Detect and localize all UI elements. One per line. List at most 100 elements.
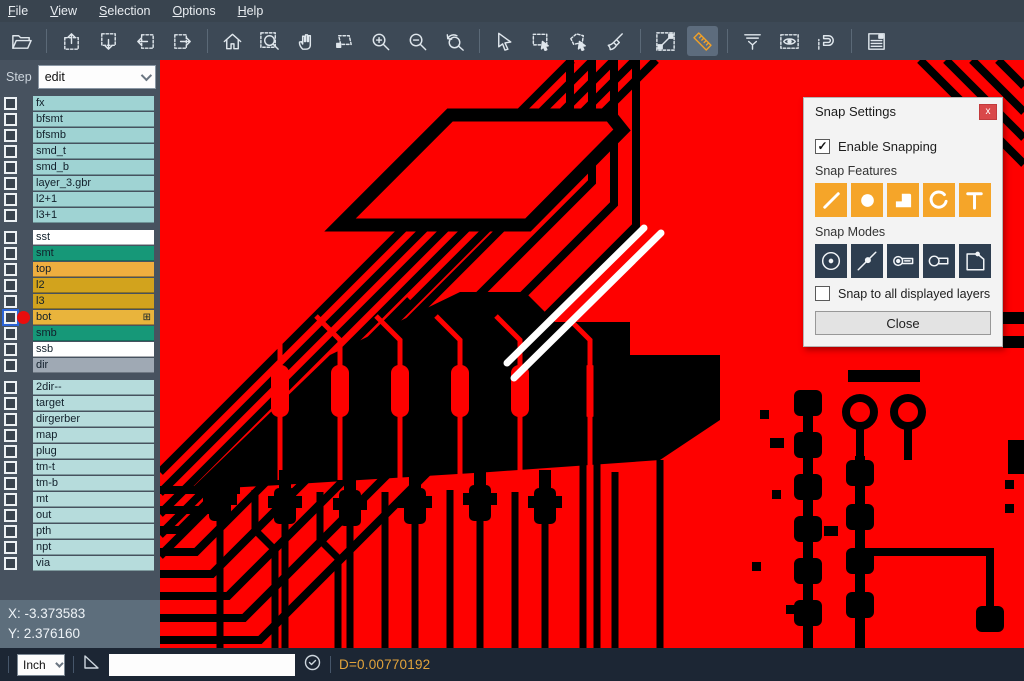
layer-visibility-checkbox[interactable] <box>4 327 17 340</box>
contour-snap-icon[interactable] <box>959 244 991 278</box>
layer-item[interactable]: tm-b <box>33 476 154 491</box>
layer-item[interactable]: pth <box>33 524 154 539</box>
layer-visibility-checkbox[interactable] <box>4 493 17 506</box>
layer-visibility-checkbox[interactable] <box>4 557 17 570</box>
enable-snapping-checkbox[interactable]: ✓ <box>815 139 830 154</box>
layer-visibility-checkbox[interactable] <box>4 161 17 174</box>
pad-outline-icon[interactable] <box>923 244 955 278</box>
layer-visibility-checkbox[interactable] <box>4 209 17 222</box>
layer-item[interactable]: dir <box>33 358 154 373</box>
select-rectangle-icon[interactable] <box>526 26 557 56</box>
layer-item[interactable]: npt <box>33 540 154 555</box>
layer-item[interactable]: smd_t <box>33 144 154 159</box>
layer-item[interactable]: layer_3.gbr <box>33 176 154 191</box>
layer-visibility-checkbox[interactable] <box>4 231 17 244</box>
layer-item[interactable]: l3+1 <box>33 208 154 223</box>
unit-select[interactable]: Inch <box>17 654 65 676</box>
open-file-icon[interactable] <box>6 26 37 56</box>
line-icon[interactable] <box>815 183 847 217</box>
select-polygon-icon[interactable] <box>563 26 594 56</box>
layer-visibility-checkbox[interactable] <box>4 477 17 490</box>
pan-right-icon[interactable] <box>167 26 198 56</box>
measure-line-icon[interactable] <box>650 26 681 56</box>
filter-icon[interactable] <box>737 26 768 56</box>
arc-icon[interactable] <box>923 183 955 217</box>
menu-file[interactable]: File <box>8 4 28 18</box>
layer-visibility-checkbox[interactable] <box>4 295 17 308</box>
layer-item[interactable]: fx <box>33 96 154 111</box>
layer-item[interactable]: dirgerber <box>33 412 154 427</box>
snap-magnet-icon[interactable] <box>811 26 842 56</box>
layer-visibility-checkbox[interactable] <box>4 247 17 260</box>
pan-left-icon[interactable] <box>130 26 161 56</box>
layer-item[interactable]: bfsmb <box>33 128 154 143</box>
layer-visibility-checkbox[interactable] <box>4 97 17 110</box>
layer-item[interactable]: out <box>33 508 154 523</box>
layer-visibility-checkbox[interactable] <box>4 343 17 356</box>
layer-item[interactable]: bot⊞ <box>33 310 154 325</box>
zoom-polygon-icon[interactable] <box>328 26 359 56</box>
apply-check-icon[interactable] <box>303 653 322 677</box>
point-on-line-icon[interactable] <box>851 244 883 278</box>
dialog-titlebar[interactable]: Snap Settings x <box>804 98 1002 125</box>
layer-item[interactable]: smd_b <box>33 160 154 175</box>
layer-item[interactable]: mt <box>33 492 154 507</box>
menu-view[interactable]: View <box>50 4 77 18</box>
step-select[interactable]: edit <box>38 65 156 89</box>
layer-item[interactable]: smt <box>33 246 154 261</box>
layer-item[interactable]: sst <box>33 230 154 245</box>
layer-visibility-checkbox[interactable] <box>4 279 17 292</box>
layer-item[interactable]: l3 <box>33 294 154 309</box>
clean-brush-icon[interactable] <box>600 26 631 56</box>
pan-down-icon[interactable] <box>93 26 124 56</box>
layer-visibility-checkbox[interactable] <box>4 461 17 474</box>
layer-item[interactable]: via <box>33 556 154 571</box>
zoom-window-icon[interactable] <box>254 26 285 56</box>
layer-item[interactable]: l2 <box>33 278 154 293</box>
layer-visibility-checkbox[interactable] <box>4 429 17 442</box>
menu-help[interactable]: Help <box>238 4 264 18</box>
snap-all-layers-checkbox[interactable] <box>815 286 830 301</box>
pcb-canvas[interactable]: Snap Settings x ✓ Enable Snapping Snap F… <box>160 60 1024 648</box>
layer-item[interactable]: l2+1 <box>33 192 154 207</box>
surface-icon[interactable] <box>887 183 919 217</box>
text-icon[interactable] <box>959 183 991 217</box>
layer-item[interactable]: map <box>33 428 154 443</box>
layer-item[interactable]: top <box>33 262 154 277</box>
layer-item[interactable]: smb <box>33 326 154 341</box>
layer-visibility-checkbox[interactable] <box>4 541 17 554</box>
pad-entry-icon[interactable] <box>887 244 919 278</box>
pan-up-icon[interactable] <box>56 26 87 56</box>
layer-visibility-checkbox[interactable] <box>4 381 17 394</box>
layer-item[interactable]: 2dir-- <box>33 380 154 395</box>
command-input[interactable] <box>109 654 295 676</box>
layer-visibility-checkbox[interactable] <box>4 445 17 458</box>
layer-visibility-checkbox[interactable] <box>4 193 17 206</box>
close-icon[interactable]: x <box>979 104 997 120</box>
close-button[interactable]: Close <box>815 311 991 335</box>
layer-visibility-checkbox[interactable] <box>4 113 17 126</box>
zoom-out-icon[interactable] <box>402 26 433 56</box>
layer-item[interactable]: ssb <box>33 342 154 357</box>
angle-measure-icon[interactable] <box>82 653 101 677</box>
layer-item[interactable]: bfsmt <box>33 112 154 127</box>
layer-visibility-checkbox[interactable] <box>4 129 17 142</box>
measure-ruler-icon[interactable] <box>687 26 718 56</box>
center-snap-icon[interactable] <box>815 244 847 278</box>
zoom-previous-icon[interactable] <box>439 26 470 56</box>
layer-visibility-checkbox[interactable] <box>4 177 17 190</box>
pad-icon[interactable] <box>851 183 883 217</box>
menu-options[interactable]: Options <box>172 4 215 18</box>
pan-hand-icon[interactable] <box>291 26 322 56</box>
select-pointer-icon[interactable] <box>489 26 520 56</box>
menu-selection[interactable]: Selection <box>99 4 150 18</box>
layer-visibility-checkbox[interactable] <box>4 359 17 372</box>
home-view-icon[interactable] <box>217 26 248 56</box>
layer-item[interactable]: plug <box>33 444 154 459</box>
report-form-icon[interactable] <box>861 26 892 56</box>
layer-visibility-checkbox[interactable] <box>4 263 17 276</box>
view-options-eye-icon[interactable] <box>774 26 805 56</box>
layer-visibility-checkbox[interactable] <box>4 145 17 158</box>
layer-visibility-checkbox[interactable] <box>4 397 17 410</box>
layer-visibility-checkbox[interactable] <box>4 509 17 522</box>
